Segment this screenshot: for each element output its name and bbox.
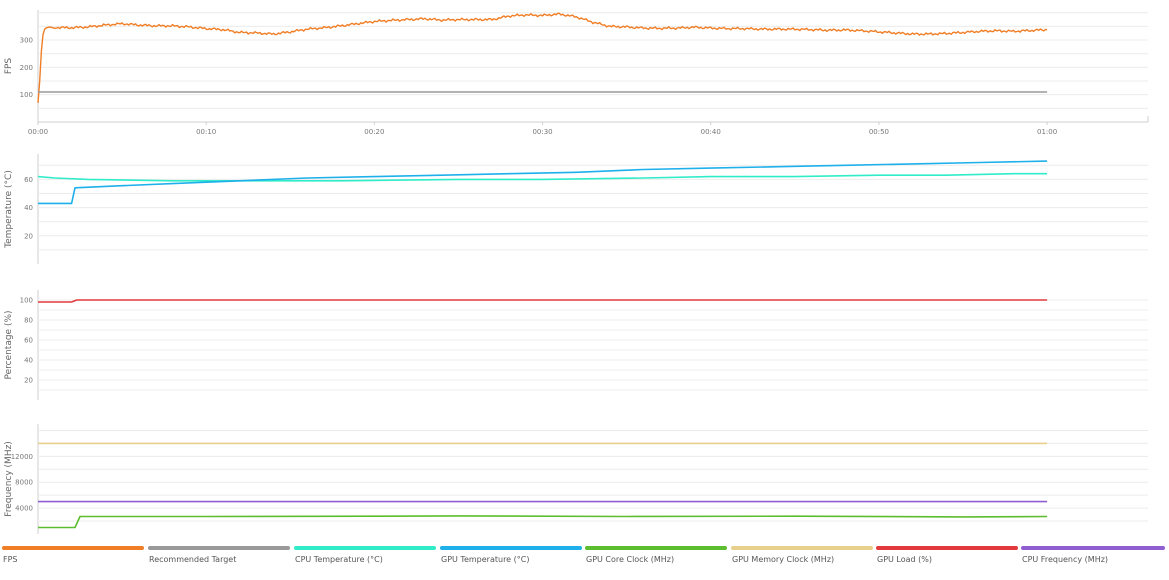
x-tick-label: 00:40: [701, 128, 721, 136]
legend-swatch: [2, 546, 144, 550]
y-tick-label: 40: [24, 357, 33, 365]
legend-item-cpu-frequency[interactable]: CPU Frequency (MHz): [1019, 546, 1167, 576]
y-tick-label: 8000: [15, 479, 33, 487]
x-tick-label: 00:30: [532, 128, 552, 136]
y-axis-label: Frequency (MHz): [4, 441, 14, 517]
y-tick-label: 60: [24, 337, 33, 345]
legend-swatch: [731, 546, 873, 550]
x-tick-label: 01:00: [1037, 128, 1057, 136]
legend-swatch: [585, 546, 727, 550]
legend-item-gpu-memory-clock[interactable]: GPU Memory Clock (MHz): [729, 546, 875, 576]
legend-label: GPU Memory Clock (MHz): [732, 555, 835, 564]
series-line-gpu-temperature-c: [38, 160, 1048, 205]
y-axis-label: Temperature (°C): [4, 170, 14, 249]
y-tick-label: 20: [24, 377, 33, 385]
y-tick-label: 60: [24, 176, 33, 184]
y-tick-label: 100: [20, 91, 33, 99]
y-tick-label: 4000: [15, 505, 33, 513]
y-tick-label: 40: [24, 204, 33, 212]
legend-label: CPU Temperature (°C): [295, 555, 383, 564]
charts-canvas: 100 200 300 FPS 00:00 00:10 00:20 00:30 00:40 00:…: [4, 10, 1149, 534]
y-tick-label: 12000: [11, 453, 33, 461]
legend-swatch: [148, 546, 290, 550]
y-tick-label: 80: [24, 317, 33, 325]
x-tick-label: 00:10: [196, 128, 216, 136]
performance-charts: 100 200 300 FPS 00:00 00:10 00:20 00:30 00:40 00:…: [0, 0, 1169, 580]
legend-swatch: [294, 546, 436, 550]
legend-swatch: [440, 546, 582, 550]
x-tick-label: 00:50: [869, 128, 889, 136]
legend-label: CPU Frequency (MHz): [1022, 555, 1109, 564]
legend-item-gpu-core-clock[interactable]: GPU Core Clock (MHz): [583, 546, 729, 576]
legend-label: GPU Temperature (°C): [441, 555, 530, 564]
legend-swatch: [876, 546, 1018, 550]
y-tick-label: 300: [20, 37, 33, 45]
y-axis-label: Percentage (%): [4, 310, 14, 379]
legend-item-recommended-target[interactable]: Recommended Target: [146, 546, 292, 576]
legend-item-cpu-temperature[interactable]: CPU Temperature (°C): [292, 546, 438, 576]
legend-label: GPU Core Clock (MHz): [586, 555, 675, 564]
series-line-gpu-load: [38, 299, 1048, 303]
y-tick-label: 100: [20, 297, 33, 305]
legend-swatch: [1021, 546, 1165, 550]
legend-item-gpu-temperature[interactable]: GPU Temperature (°C): [438, 546, 584, 576]
legend: FPS Recommended Target CPU Temperature (…: [0, 546, 1169, 576]
legend-item-gpu-load[interactable]: GPU Load (%): [874, 546, 1020, 576]
y-axis-label: FPS: [4, 58, 14, 75]
y-tick-label: 200: [20, 64, 33, 72]
x-tick-label: 00:00: [28, 128, 48, 136]
legend-label: GPU Load (%): [877, 555, 932, 564]
legend-label: FPS: [3, 555, 18, 564]
legend-item-fps[interactable]: FPS: [0, 546, 146, 576]
series-line-gpu-core-clock-mhz: [38, 515, 1048, 529]
legend-label: Recommended Target: [149, 555, 237, 564]
x-tick-label: 00:20: [364, 128, 384, 136]
y-tick-label: 20: [24, 232, 33, 240]
